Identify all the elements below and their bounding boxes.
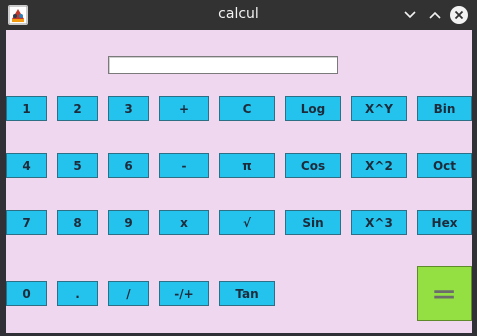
sqrt-button[interactable]: √ bbox=[219, 210, 275, 235]
bin-button[interactable]: Bin bbox=[417, 96, 472, 121]
equals-button[interactable]: = bbox=[417, 266, 472, 321]
digit-3-button[interactable]: 3 bbox=[108, 96, 149, 121]
app-window: calcul 1 2 3 + C Log X^Y Bin 4 5 6 - π C… bbox=[0, 0, 477, 336]
display-input[interactable] bbox=[108, 56, 338, 74]
digit-1-button[interactable]: 1 bbox=[6, 96, 47, 121]
digit-6-button[interactable]: 6 bbox=[108, 153, 149, 178]
cos-button[interactable]: Cos bbox=[285, 153, 341, 178]
title-bar[interactable]: calcul bbox=[0, 0, 477, 30]
calculator-panel: 1 2 3 + C Log X^Y Bin 4 5 6 - π Cos X^2 … bbox=[6, 30, 472, 333]
divide-button[interactable]: / bbox=[108, 281, 149, 306]
digit-4-button[interactable]: 4 bbox=[6, 153, 47, 178]
hex-button[interactable]: Hex bbox=[417, 210, 472, 235]
digit-5-button[interactable]: 5 bbox=[57, 153, 98, 178]
sin-button[interactable]: Sin bbox=[285, 210, 341, 235]
digit-0-button[interactable]: 0 bbox=[6, 281, 47, 306]
oct-button[interactable]: Oct bbox=[417, 153, 472, 178]
x-cubed-button[interactable]: X^3 bbox=[351, 210, 407, 235]
clear-button[interactable]: C bbox=[219, 96, 275, 121]
chevron-up-icon bbox=[429, 11, 441, 19]
chevron-down-icon bbox=[404, 11, 416, 19]
digit-2-button[interactable]: 2 bbox=[57, 96, 98, 121]
maximize-button[interactable] bbox=[425, 5, 445, 25]
multiply-button[interactable]: x bbox=[159, 210, 209, 235]
plus-button[interactable]: + bbox=[159, 96, 209, 121]
x-pow-y-button[interactable]: X^Y bbox=[351, 96, 407, 121]
minimize-button[interactable] bbox=[400, 5, 420, 25]
x-squared-button[interactable]: X^2 bbox=[351, 153, 407, 178]
pi-button[interactable]: π bbox=[219, 153, 275, 178]
minus-button[interactable]: - bbox=[159, 153, 209, 178]
close-icon bbox=[450, 6, 468, 24]
negate-button[interactable]: -/+ bbox=[159, 281, 209, 306]
tan-button[interactable]: Tan bbox=[219, 281, 275, 306]
log-button[interactable]: Log bbox=[285, 96, 341, 121]
close-button[interactable] bbox=[449, 5, 469, 25]
decimal-point-button[interactable]: . bbox=[57, 281, 98, 306]
digit-9-button[interactable]: 9 bbox=[108, 210, 149, 235]
digit-8-button[interactable]: 8 bbox=[57, 210, 98, 235]
digit-7-button[interactable]: 7 bbox=[6, 210, 47, 235]
